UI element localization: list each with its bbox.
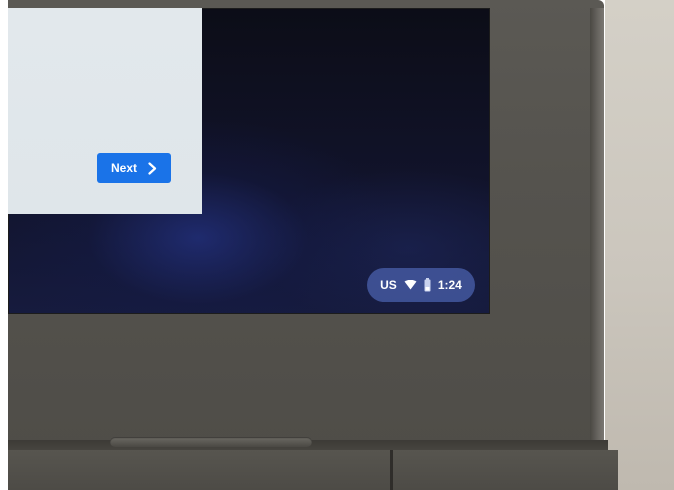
photo-scene: Next US 1:24 — [0, 0, 674, 490]
wifi-icon — [404, 280, 417, 290]
chevron-right-icon — [147, 161, 157, 175]
next-button-label: Next — [110, 161, 137, 175]
laptop-base — [8, 450, 618, 490]
status-tray[interactable]: US 1:24 — [367, 268, 475, 302]
next-button[interactable]: Next — [97, 153, 171, 183]
battery-icon — [424, 278, 431, 292]
laptop-screen: Next US 1:24 — [8, 8, 490, 314]
keyboard-layout-indicator: US — [380, 278, 397, 292]
desk-surface — [605, 0, 674, 490]
laptop-base-seam — [390, 450, 393, 490]
bezel-slot — [110, 437, 312, 447]
setup-dialog: Next — [8, 8, 202, 214]
clock-time: 1:24 — [437, 278, 462, 292]
laptop-lid-edge — [590, 8, 604, 448]
